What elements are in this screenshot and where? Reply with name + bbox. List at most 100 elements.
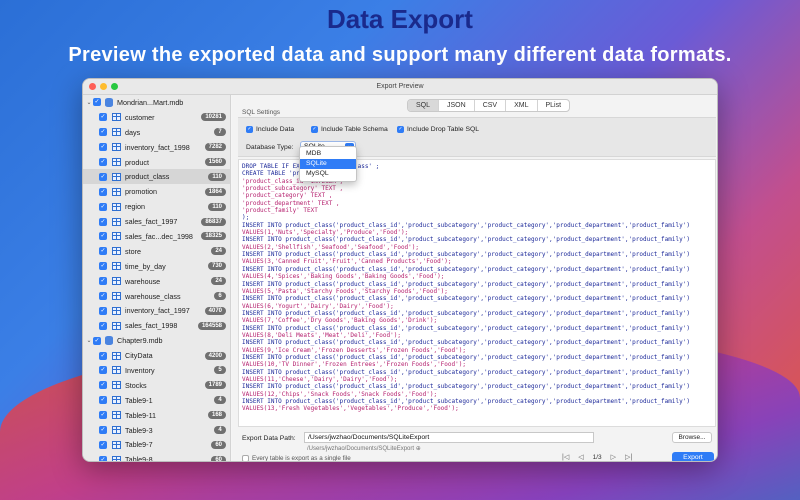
table-row[interactable]: ✓ promotion 1864 [83,184,230,199]
table-row[interactable]: ✓ product 1560 [83,155,230,170]
code-line: INSERT INTO product_class('product_class… [242,251,712,258]
export-path-input[interactable]: /Users/jwzhao/Documents/SQLiteExport [304,432,594,443]
table-icon [112,262,121,271]
table-checkbox[interactable]: ✓ [99,187,107,196]
code-text: VALUES(6,'Yogurt','Dairy','Dairy','Food'… [242,302,394,310]
database-row-mondrian[interactable]: ⌄ ✓ Mondrian...Mart.mdb [83,95,230,110]
table-checkbox[interactable]: ✓ [99,128,107,137]
table-icon [112,411,121,420]
table-checkbox[interactable]: ✓ [99,247,107,256]
table-checkbox[interactable]: ✓ [99,321,107,330]
table-row[interactable]: ✓ Table9-1 4 [83,393,230,408]
last-page-icon[interactable]: ▷| [625,453,632,461]
table-checkbox[interactable]: ✓ [99,306,107,315]
single-file-option[interactable]: Every table is export as a single file [242,455,351,461]
row-count-badge: 5 [214,366,226,375]
include-schema-option[interactable]: ✓ Include Table Schema [311,126,388,133]
table-checkbox[interactable]: ✓ [99,455,107,461]
table-row[interactable]: ✓ sales_fact_1997 86837 [83,214,230,229]
table-checkbox[interactable]: ✓ [99,172,107,181]
table-row[interactable]: ✓ inventory_fact_1998 7282 [83,140,230,155]
database-checkbox[interactable]: ✓ [93,336,101,345]
table-icon [112,247,121,256]
table-row[interactable]: ✓ warehouse_class 6 [83,289,230,304]
row-count-badge: 60 [211,455,226,461]
first-page-icon[interactable]: |◁ [562,453,569,461]
database-checkbox[interactable]: ✓ [93,98,101,107]
code-line: INSERT INTO product_class('product_class… [242,266,712,273]
table-checkbox[interactable]: ✓ [99,351,107,360]
include-schema-checkbox[interactable]: ✓ [311,126,318,133]
table-checkbox[interactable]: ✓ [99,143,107,152]
chevron-down-icon[interactable]: ⌄ [85,99,93,106]
single-file-checkbox[interactable] [242,455,249,461]
database-row-chapter9[interactable]: ⌄ ✓ Chapter9.mdb [83,333,230,348]
table-row[interactable]: ✓ days 7 [83,125,230,140]
table-checkbox[interactable]: ✓ [99,262,107,271]
zoom-window-button[interactable] [111,83,118,90]
minimize-window-button[interactable] [100,83,107,90]
chevron-down-icon[interactable]: ⌄ [85,337,93,344]
table-row[interactable]: ✓ customer 10281 [83,110,230,125]
reveal-arrow-icon[interactable]: ⊕ [416,446,421,452]
dropdown-option-sqlite[interactable]: SQLite [300,159,356,169]
table-row[interactable]: ✓ Table9-3 4 [83,423,230,438]
row-count-badge: 24 [211,277,226,286]
code-text: INSERT INTO product_class('product_class… [242,398,690,405]
table-icon [112,277,121,286]
table-row[interactable]: ✓ region 110 [83,199,230,214]
table-checkbox[interactable]: ✓ [99,277,107,286]
tab-sql[interactable]: SQL [408,100,440,111]
table-icon [112,396,121,405]
next-page-icon[interactable]: ▷ [611,453,616,461]
tab-plist[interactable]: PList [538,100,570,111]
table-name: CityData [125,351,153,361]
table-checkbox[interactable]: ✓ [99,113,107,122]
include-data-checkbox[interactable]: ✓ [246,126,253,133]
tab-csv[interactable]: CSV [475,100,507,111]
tab-json[interactable]: JSON [439,100,475,111]
table-row[interactable]: ✓ sales_fac...dec_1998 18325 [83,229,230,244]
include-data-option[interactable]: ✓ Include Data [246,126,294,133]
table-checkbox[interactable]: ✓ [99,232,107,241]
table-icon [112,292,121,301]
export-button[interactable]: Export [672,452,714,461]
table-name: inventory_fact_1997 [125,306,190,316]
table-row[interactable]: ✓ Stocks 1789 [83,378,230,393]
table-row[interactable]: ✓ store 24 [83,244,230,259]
table-row[interactable]: ✓ sales_fact_1998 164558 [83,318,230,333]
table-checkbox[interactable]: ✓ [99,366,107,375]
export-preview-window: Export Preview ⌄ ✓ Mondrian...Mart.mdb ✓… [82,78,718,462]
table-checkbox[interactable]: ✓ [99,217,107,226]
table-row[interactable]: ✓ product_class 110 [83,169,230,185]
dropdown-option-mysql[interactable]: MySQL [300,169,356,179]
include-drop-checkbox[interactable]: ✓ [397,126,404,133]
code-line: 'product_family' TEXT [242,207,712,214]
include-drop-option[interactable]: ✓ Include Drop Table SQL [397,126,479,133]
table-checkbox[interactable]: ✓ [99,426,107,435]
table-checkbox[interactable]: ✓ [99,202,107,211]
table-checkbox[interactable]: ✓ [99,158,107,166]
row-count-badge: 86837 [201,217,226,226]
table-row[interactable]: ✓ Table9-8 60 [83,452,230,461]
close-window-button[interactable] [89,83,96,90]
table-checkbox[interactable]: ✓ [99,381,107,390]
table-row[interactable]: ✓ inventory_fact_1997 4070 [83,303,230,318]
table-row[interactable]: ✓ warehouse 24 [83,274,230,289]
tab-xml[interactable]: XML [506,100,538,111]
dropdown-option-mdb[interactable]: MDB [300,149,356,159]
table-row[interactable]: ✓ time_by_day 730 [83,259,230,274]
code-line: VALUES(8,'Deli Meats','Meat','Deli','Foo… [242,332,712,339]
browse-button[interactable]: Browse... [672,432,712,443]
table-checkbox[interactable]: ✓ [99,292,107,301]
table-row[interactable]: ✓ Inventory 5 [83,363,230,378]
table-row[interactable]: ✓ Table9-11 168 [83,408,230,423]
table-checkbox[interactable]: ✓ [99,440,107,449]
table-row[interactable]: ✓ CityData 4200 [83,348,230,363]
sql-preview[interactable]: DROP TABLE IF EXISTS 'product_class' ;CR… [238,159,716,427]
row-count-badge: 168 [207,411,226,420]
prev-page-icon[interactable]: ◁ [578,453,583,461]
table-checkbox[interactable]: ✓ [99,396,107,405]
table-checkbox[interactable]: ✓ [99,411,107,420]
table-row[interactable]: ✓ Table9-7 60 [83,437,230,452]
